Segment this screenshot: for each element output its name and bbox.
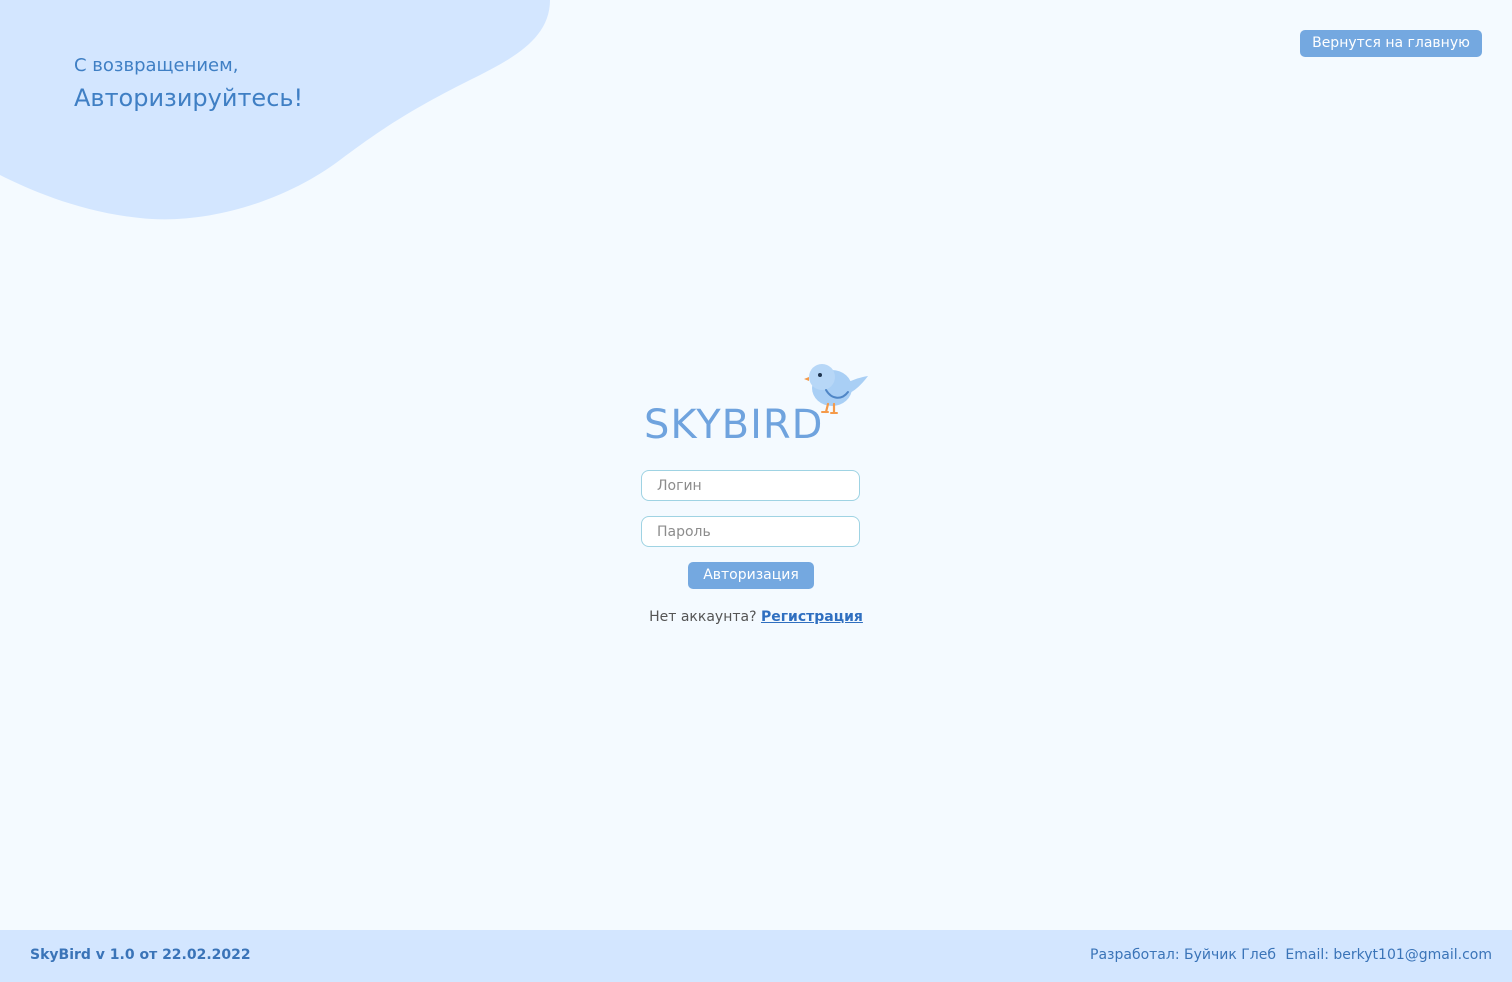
logo-text: SKYBIRD: [644, 402, 824, 448]
footer: SkyBird v 1.0 от 22.02.2022 Разработал: …: [0, 930, 1512, 982]
decorative-blob: [0, 0, 550, 220]
register-link[interactable]: Регистрация: [761, 609, 863, 625]
no-account-text: Нет аккаунта?: [649, 609, 761, 625]
footer-email: Email: berkyt101@gmail.com: [1285, 947, 1492, 963]
bird-icon: [804, 364, 868, 414]
greeting: С возвращением, Авторизируйтесь!: [74, 55, 303, 112]
register-prompt: Нет аккаунта? Регистрация: [0, 609, 1512, 625]
footer-developer: Разработал: Буйчик Глеб: [1090, 947, 1276, 963]
password-input[interactable]: [641, 516, 860, 547]
login-input[interactable]: [641, 470, 860, 501]
back-to-home-button[interactable]: Вернутся на главную: [1300, 30, 1482, 57]
login-submit-button[interactable]: Авторизация: [688, 562, 814, 589]
greeting-subtitle: С возвращением,: [74, 55, 239, 76]
footer-version: SkyBird v 1.0 от 22.02.2022: [30, 947, 251, 963]
greeting-title: Авторизируйтесь!: [74, 84, 304, 112]
login-page: С возвращением, Авторизируйтесь! Вернутс…: [0, 0, 1512, 982]
skybird-logo: SKYBIRD: [644, 360, 874, 450]
